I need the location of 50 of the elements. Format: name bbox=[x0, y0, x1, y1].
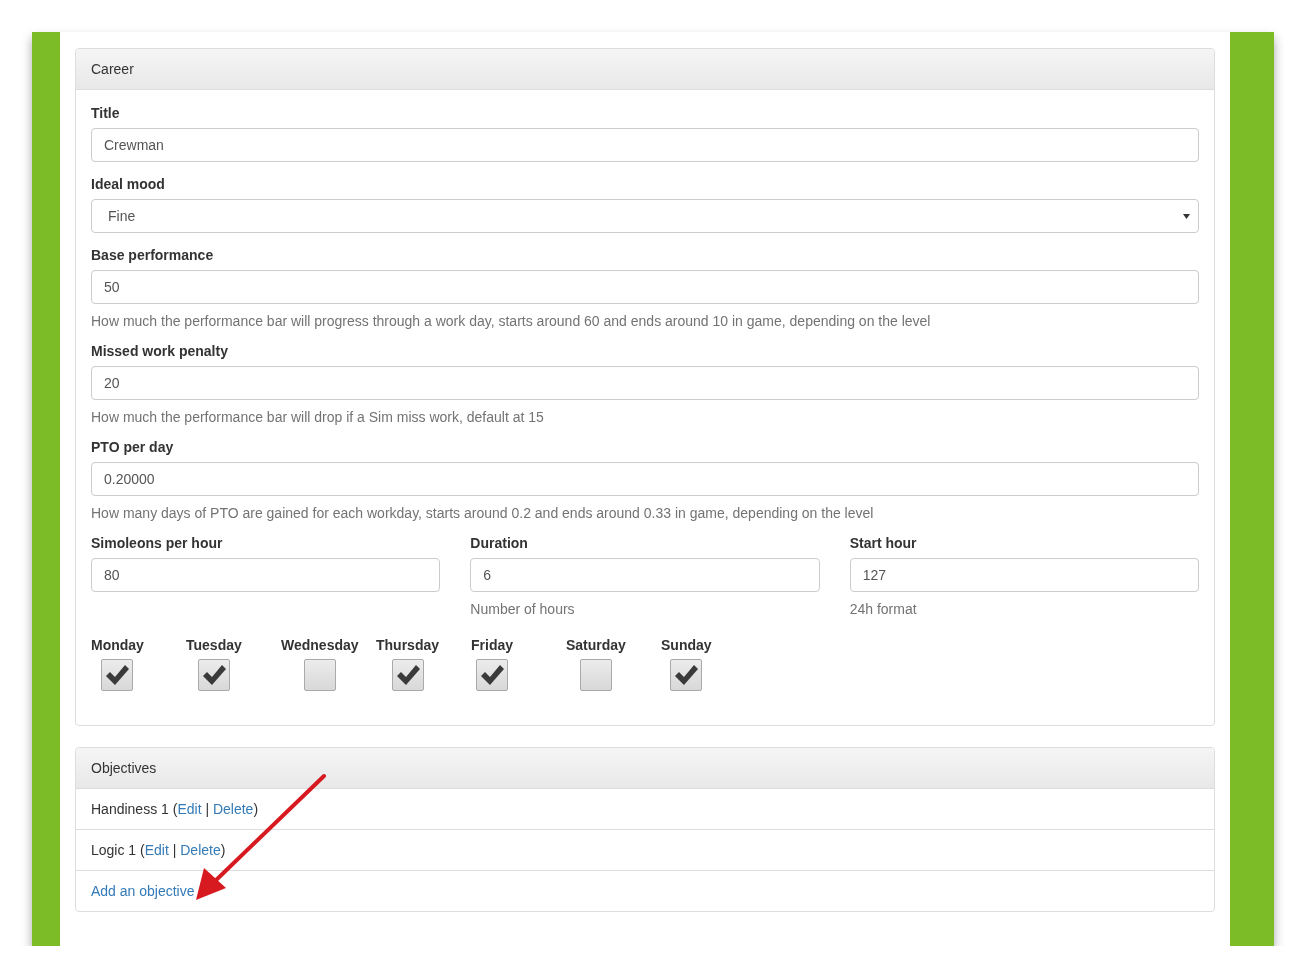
caret-icon bbox=[1183, 213, 1190, 219]
panel-title: Objectives bbox=[76, 748, 1214, 789]
field-label: Title bbox=[91, 105, 121, 121]
day-label: Thursday bbox=[376, 637, 439, 653]
input-field[interactable]: 6 bbox=[470, 558, 820, 592]
delete-link[interactable]: Delete bbox=[212, 801, 254, 817]
mood-select[interactable]: Fine bbox=[91, 199, 1199, 233]
input-field[interactable]: 127 bbox=[849, 558, 1199, 592]
day-checkbox[interactable] bbox=[476, 659, 508, 691]
day-label: Sunday bbox=[661, 637, 712, 653]
help-text: 24h format bbox=[849, 601, 918, 617]
input-field[interactable]: 50 bbox=[91, 270, 1199, 304]
day-label: Wednesday bbox=[281, 637, 359, 653]
day-label: Saturday bbox=[566, 637, 626, 653]
add-objective-link[interactable]: Add an objective bbox=[91, 883, 195, 899]
field-label: Duration bbox=[470, 535, 529, 551]
field-label: Base performance bbox=[91, 247, 215, 263]
day-label: Tuesday bbox=[186, 637, 242, 653]
input-field[interactable]: Crewman bbox=[91, 128, 1199, 162]
day-label: Monday bbox=[91, 637, 144, 653]
day-checkbox[interactable] bbox=[579, 659, 612, 691]
field-label: Missed work penalty bbox=[91, 343, 229, 359]
field-label: PTO per day bbox=[91, 439, 175, 455]
edit-link[interactable]: Edit bbox=[177, 801, 202, 817]
help-text: How much the performance bar will progress through a work day, starts around 60 and ends around 10 in game, depending on the level bbox=[91, 313, 932, 329]
edit-link[interactable]: Edit bbox=[144, 842, 169, 858]
objective-item: Logic 1 (Edit | Delete) bbox=[91, 842, 226, 858]
checkmark-icon bbox=[105, 664, 130, 686]
day-checkbox[interactable] bbox=[197, 659, 230, 691]
panel-title: Career bbox=[76, 49, 1214, 90]
checkmark-icon bbox=[395, 664, 420, 686]
delete-link[interactable]: Delete bbox=[180, 842, 221, 858]
input-field[interactable]: 20 bbox=[91, 366, 1199, 400]
day-checkbox[interactable] bbox=[101, 659, 134, 691]
input-field[interactable]: 0.20000 bbox=[91, 462, 1199, 496]
checkmark-icon bbox=[201, 664, 226, 686]
help-text: How much the performance bar will drop if a Sim miss work, default at 15 bbox=[91, 409, 545, 425]
checkmark-icon bbox=[480, 664, 504, 686]
field-label: Simoleons per hour bbox=[91, 535, 224, 551]
day-checkbox[interactable] bbox=[303, 659, 336, 691]
input-field[interactable]: 80 bbox=[91, 558, 441, 592]
help-text: Number of hours bbox=[470, 601, 576, 617]
checkmark-icon bbox=[674, 664, 699, 686]
day-checkbox[interactable] bbox=[391, 659, 424, 691]
field-label: Ideal mood bbox=[91, 176, 166, 192]
objective-item: Handiness 1 (Edit | Delete) bbox=[91, 801, 259, 817]
day-checkbox[interactable] bbox=[670, 659, 703, 691]
day-label: Friday bbox=[471, 637, 513, 653]
help-text: How many days of PTO are gained for each workday, starts around 0.2 and ends around 0.33 in game, depending on the level bbox=[91, 505, 875, 521]
field-label: Start hour bbox=[849, 535, 918, 551]
